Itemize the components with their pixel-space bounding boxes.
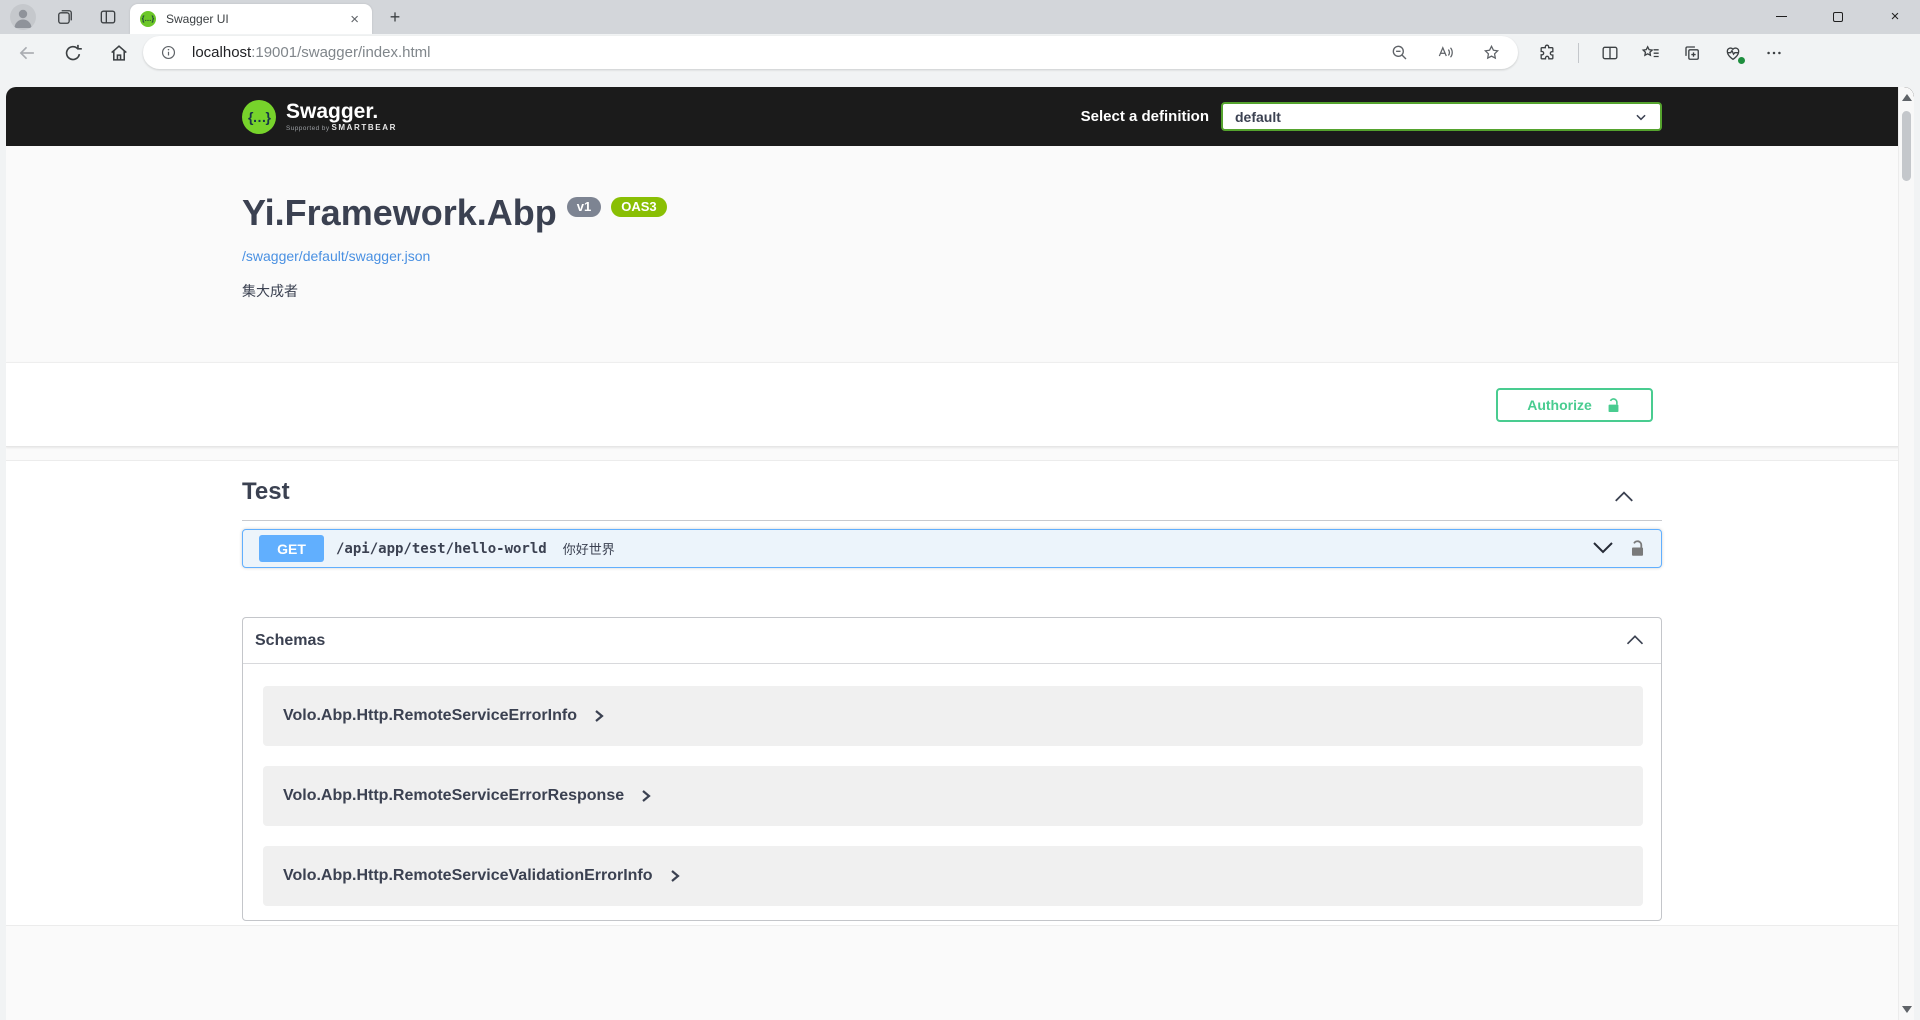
collapse-schemas-icon[interactable] (1625, 633, 1645, 649)
model-name: Volo.Abp.Http.RemoteServiceErrorResponse (283, 787, 624, 805)
swagger-topbar: {…} Swagger. Supported bySMARTBEAR Selec… (6, 87, 1914, 146)
operation-path: /api/app/test/hello-world (336, 541, 547, 557)
scrollbar-thumb[interactable] (1902, 111, 1911, 181)
browser-tab[interactable]: {…} Swagger UI × (130, 4, 372, 34)
model-card-remote-service-validation-error-info[interactable]: Volo.Abp.Http.RemoteServiceValidationErr… (263, 846, 1643, 906)
tab-close-icon[interactable]: × (347, 12, 362, 27)
operation-row-get-hello-world[interactable]: GET /api/app/test/hello-world 你好世界 (242, 529, 1662, 568)
api-description: 集大成者 (242, 281, 298, 301)
operation-summary: 你好世界 (563, 539, 615, 558)
maximize-icon (1833, 12, 1843, 22)
unlock-icon (1605, 397, 1622, 414)
spec-json-link[interactable]: /swagger/default/swagger.json (242, 248, 430, 264)
site-info-icon[interactable] (160, 44, 177, 61)
tab-title: Swagger UI (166, 12, 347, 26)
scheme-container: Authorize (6, 362, 1914, 447)
read-aloud-icon[interactable] (1436, 43, 1455, 62)
browser-essentials-icon[interactable] (1723, 43, 1743, 63)
address-bar[interactable]: localhost:19001/swagger/index.html (143, 36, 1518, 69)
collapse-tag-icon[interactable] (1613, 489, 1635, 507)
more-menu-icon[interactable] (1764, 43, 1784, 63)
vertical-scrollbar[interactable] (1898, 87, 1914, 1020)
version-badge: v1 (567, 197, 601, 217)
home-icon[interactable] (108, 42, 130, 64)
essentials-status-dot (1737, 56, 1746, 65)
swagger-brand-text: Swagger. (286, 102, 397, 122)
workspaces-icon[interactable] (55, 7, 75, 27)
window-maximize-button[interactable] (1815, 0, 1861, 33)
smartbear-byline: Supported bySMARTBEAR (286, 123, 397, 132)
browser-tab-strip: {…} Swagger UI × + × (0, 0, 1920, 34)
select-definition-label: Select a definition (1081, 108, 1209, 125)
toolbar-divider (1578, 43, 1579, 63)
model-name: Volo.Abp.Http.RemoteServiceErrorInfo (283, 707, 577, 725)
operations-section: Test GET /api/app/test/hello-world 你好世界 … (6, 460, 1914, 926)
new-tab-button[interactable]: + (384, 6, 406, 28)
chevron-down-icon (1634, 110, 1648, 124)
favorite-star-icon[interactable] (1482, 43, 1501, 62)
window-close-button[interactable]: × (1872, 0, 1918, 33)
expand-operation-icon[interactable] (1591, 540, 1615, 558)
tag-divider (242, 520, 1662, 521)
back-icon[interactable] (16, 42, 38, 64)
person-icon (10, 4, 36, 30)
split-screen-icon[interactable] (1600, 43, 1620, 63)
tab-actions-icon[interactable] (98, 7, 118, 27)
api-title: Yi.Framework.Abp (242, 191, 557, 235)
swagger-favicon: {…} (140, 11, 156, 27)
chevron-right-icon (592, 709, 606, 723)
chevron-right-icon (668, 869, 682, 883)
swagger-logo-icon: {…} (242, 100, 276, 134)
url-host: localhost (192, 44, 251, 61)
scroll-down-button[interactable] (1902, 1006, 1912, 1013)
authorize-label: Authorize (1527, 397, 1592, 413)
collections-icon[interactable] (1682, 43, 1702, 63)
window-minimize-button[interactable] (1758, 0, 1804, 33)
http-method-badge: GET (259, 535, 324, 562)
schemas-title: Schemas (255, 632, 325, 650)
swagger-logo[interactable]: {…} Swagger. Supported bySMARTBEAR (242, 100, 397, 134)
tag-heading-test[interactable]: Test (242, 478, 290, 506)
url-text[interactable]: localhost:19001/swagger/index.html (192, 44, 430, 61)
model-card-remote-service-error-info[interactable]: Volo.Abp.Http.RemoteServiceErrorInfo (263, 686, 1643, 746)
page-content: {…} Swagger. Supported bySMARTBEAR Selec… (6, 87, 1914, 1020)
schemas-header[interactable]: Schemas (243, 618, 1661, 664)
profile-avatar[interactable] (10, 4, 36, 30)
chevron-right-icon (639, 789, 653, 803)
url-path: :19001/swagger/index.html (251, 44, 430, 61)
operation-auth-lock-icon[interactable] (1628, 539, 1647, 558)
favorites-icon[interactable] (1641, 43, 1661, 63)
refresh-icon[interactable] (62, 42, 84, 64)
api-title-row: Yi.Framework.Abp v1 OAS3 (242, 191, 667, 235)
schemas-section: Schemas Volo.Abp.Http.RemoteServiceError… (242, 617, 1662, 921)
minimize-icon (1776, 16, 1787, 17)
extensions-icon[interactable] (1537, 43, 1557, 63)
model-name: Volo.Abp.Http.RemoteServiceValidationErr… (283, 867, 653, 885)
definition-selected-value: default (1235, 109, 1281, 125)
definition-select[interactable]: default (1221, 102, 1662, 131)
scroll-up-button[interactable] (1902, 94, 1912, 101)
model-card-remote-service-error-response[interactable]: Volo.Abp.Http.RemoteServiceErrorResponse (263, 766, 1643, 826)
oas3-badge: OAS3 (611, 197, 666, 217)
browser-toolbar: localhost:19001/swagger/index.html (0, 34, 1920, 87)
authorize-button[interactable]: Authorize (1496, 388, 1653, 422)
zoom-out-icon[interactable] (1390, 43, 1409, 62)
